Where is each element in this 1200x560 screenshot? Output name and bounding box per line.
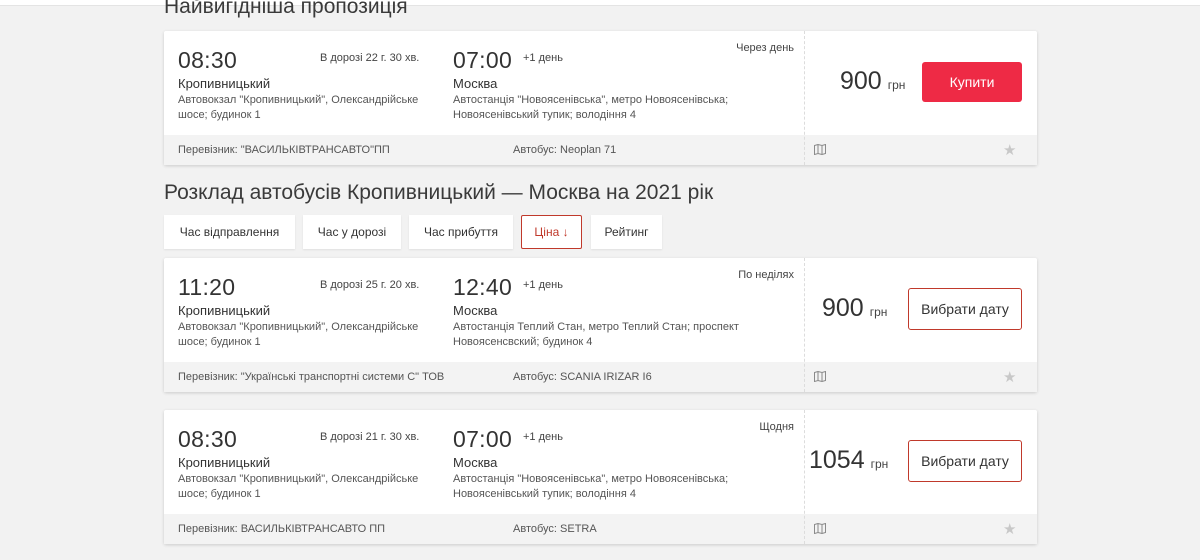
page: Найвигідніша пропозиція 08:30 В дорозі 2… (0, 0, 1200, 560)
departure-address: Автовокзал "Кропивницький", Олександрійс… (178, 321, 419, 348)
column-divider (804, 258, 805, 392)
choose-date-button[interactable]: Вибрати дату (908, 440, 1022, 482)
bus-model: Автобус: SCANIA IRIZAR I6 (513, 371, 652, 383)
arrival-address: Автостанція "Новоясенівська", метро Ново… (453, 94, 729, 121)
bus-model: Автобус: Neoplan 71 (513, 144, 617, 156)
map-icon[interactable] (814, 523, 826, 534)
trip-body: 11:20 В дорозі 25 г. 20 хв. 12:40 +1 ден… (164, 258, 1037, 362)
star-icon[interactable]: ★ (1003, 141, 1016, 159)
trip-frequency: Щодня (759, 421, 794, 433)
arrival-address: Автостанція Теплий Стан, метро Теплий Ст… (453, 321, 739, 348)
departure-time: 08:30 (178, 426, 238, 452)
trip-footer: Перевізник: ВАСИЛЬКІВТРАНСАВТО ПП Автобу… (164, 514, 1037, 544)
buy-button[interactable]: Купити (922, 62, 1022, 102)
star-icon[interactable]: ★ (1003, 520, 1016, 538)
trip-footer: Перевізник: "Українські транспортні сист… (164, 362, 1037, 392)
price-currency: грн (869, 305, 888, 319)
sort-price[interactable]: Ціна ↓ (521, 215, 582, 249)
next-day-badge: +1 день (523, 431, 563, 443)
price-amount: 900 (822, 294, 864, 322)
departure-address: Автовокзал "Кропивницький", Олександрійс… (178, 473, 419, 500)
trip-body: 08:30 В дорозі 21 г. 30 хв. 07:00 +1 ден… (164, 410, 1037, 514)
price-currency: грн (887, 78, 906, 92)
departure-time: 11:20 (178, 274, 236, 300)
trip-frequency: По неділях (738, 269, 794, 281)
departure-city: Кропивницький (178, 76, 271, 91)
departure-city: Кропивницький (178, 303, 271, 318)
trip-footer: Перевізник: "ВАСИЛЬКІВТРАНСАВТО"ПП Автоб… (164, 135, 1037, 165)
departure-city: Кропивницький (178, 455, 271, 470)
choose-date-button[interactable]: Вибрати дату (908, 288, 1022, 330)
arrival-city: Москва (453, 303, 498, 318)
schedule-title: Розклад автобусів Кропивницький — Москва… (164, 181, 714, 204)
bus-model: Автобус: SETRA (513, 523, 597, 535)
trip-card: 08:30 В дорозі 21 г. 30 хв. 07:00 +1 ден… (164, 410, 1037, 544)
trip-frequency: Через день (736, 42, 794, 54)
arrival-city: Москва (453, 76, 498, 91)
trip-price: 900 грн (822, 294, 887, 323)
trip-duration: В дорозі 25 г. 20 хв. (320, 279, 420, 291)
trip-card: 11:20 В дорозі 25 г. 20 хв. 12:40 +1 ден… (164, 258, 1037, 392)
sort-travel-time[interactable]: Час у дорозі (303, 215, 401, 249)
carrier-name: Перевізник: "Українські транспортні сист… (178, 371, 445, 383)
column-divider (804, 410, 805, 544)
best-offer-card: 08:30 В дорозі 22 г. 30 хв. 07:00 +1 ден… (164, 31, 1037, 165)
departure-address: Автовокзал "Кропивницький", Олександрійс… (178, 94, 419, 121)
price-amount: 1054 (809, 446, 865, 474)
departure-time: 08:30 (178, 47, 238, 73)
column-divider (804, 31, 805, 165)
trip-duration: В дорозі 21 г. 30 хв. (320, 431, 420, 443)
star-icon[interactable]: ★ (1003, 368, 1016, 386)
arrival-address: Автостанція "Новоясенівська", метро Ново… (453, 473, 729, 500)
carrier-name: Перевізник: "ВАСИЛЬКІВТРАНСАВТО"ПП (178, 144, 390, 156)
trip-duration: В дорозі 22 г. 30 хв. (320, 52, 420, 64)
next-day-badge: +1 день (523, 279, 563, 291)
best-offer-title: Найвигідніша пропозиція (164, 0, 408, 18)
next-day-badge: +1 день (523, 52, 563, 64)
trip-body: 08:30 В дорозі 22 г. 30 хв. 07:00 +1 ден… (164, 31, 1037, 135)
sort-rating[interactable]: Рейтинг (591, 215, 662, 249)
sort-departure-time[interactable]: Час відправлення (164, 215, 295, 249)
carrier-name: Перевізник: ВАСИЛЬКІВТРАНСАВТО ПП (178, 523, 386, 535)
sort-arrival-time[interactable]: Час прибуття (409, 215, 513, 249)
trip-price: 900 грн (840, 67, 905, 96)
arrival-time: 07:00 (453, 47, 513, 73)
map-icon[interactable] (814, 144, 826, 155)
map-icon[interactable] (814, 371, 826, 382)
price-currency: грн (870, 457, 889, 471)
trip-price: 1054 грн (809, 446, 888, 475)
arrival-time: 07:00 (453, 426, 513, 452)
arrival-time: 12:40 (453, 274, 513, 300)
arrival-city: Москва (453, 455, 498, 470)
price-amount: 900 (840, 67, 882, 95)
